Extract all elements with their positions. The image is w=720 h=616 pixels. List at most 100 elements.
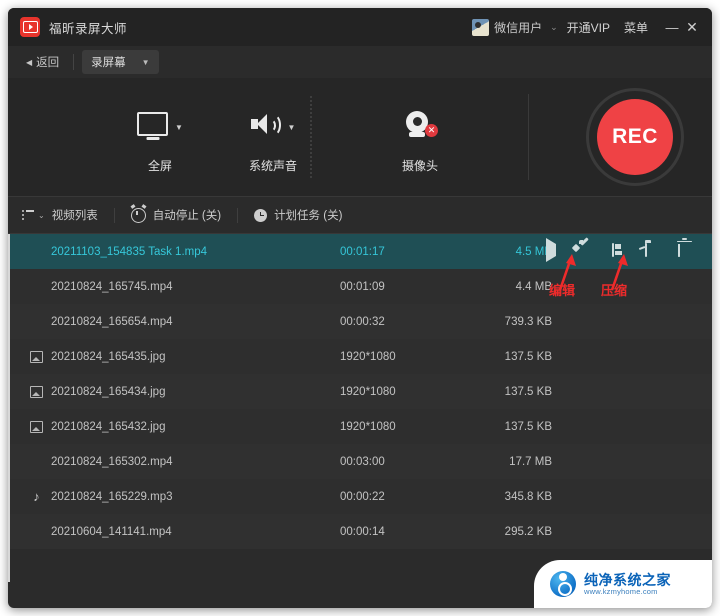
watermark: 纯净系统之家 www.kzmyhome.com	[534, 560, 712, 608]
file-name-label: 20210824_165229.mp3	[51, 490, 173, 503]
file-size-cell: 137.5 KB	[504, 350, 552, 363]
file-size-cell: 17.7 MB	[509, 455, 552, 468]
file-size-cell: 4.5 MB	[515, 245, 552, 258]
fullscreen-label: 全屏	[147, 158, 172, 173]
close-button[interactable]: ✕	[682, 20, 702, 34]
auto-stop-button[interactable]: 自动停止 (关)	[130, 207, 222, 223]
divider	[113, 207, 115, 223]
table-row[interactable]: 20210824_165432.jpg 1920*1080 137.5 KB	[10, 409, 712, 444]
music-note-icon: ♪	[33, 490, 40, 503]
record-button-ring: REC	[586, 88, 684, 186]
image-icon	[30, 420, 43, 433]
divider	[237, 207, 239, 223]
file-duration-cell: 00:00:32	[340, 315, 385, 328]
record-button[interactable]: REC	[597, 99, 673, 175]
table-row[interactable]: 20210824_165434.jpg 1920*1080 137.5 KB	[10, 374, 712, 409]
chevron-down-icon: ▼	[141, 57, 150, 67]
list-icon	[22, 210, 34, 220]
user-name-label: 微信用户	[494, 20, 543, 35]
file-name-cell: 20211103_154835 Task 1.mp4	[10, 246, 340, 258]
record-mode-dropdown[interactable]: 录屏幕 ▼	[82, 50, 159, 74]
chevron-down-icon[interactable]: ⌄	[550, 22, 558, 33]
schedule-task-label: 计划任务 (关)	[274, 210, 343, 222]
file-name-cell: 20210824_165654.mp4	[10, 316, 340, 328]
watermark-logo-icon	[550, 571, 576, 597]
mode-bar: ◀ 返回 录屏幕 ▼	[8, 46, 712, 78]
app-logo-icon	[20, 17, 40, 37]
file-name-label: 20210824_165654.mp4	[51, 315, 173, 328]
alarm-clock-icon	[130, 207, 146, 223]
file-name-label: 20210604_141141.mp4	[51, 525, 172, 538]
webcam-disabled-badge: ✕	[425, 123, 438, 137]
file-duration-cell: 00:01:17	[340, 245, 385, 258]
file-size-cell: 345.8 KB	[504, 490, 552, 503]
webcam-label: 摄像头	[401, 158, 438, 173]
divider	[73, 54, 75, 70]
table-row[interactable]: ♪ 20210824_165229.mp3 00:00:22 345.8 KB	[10, 479, 712, 514]
folder-icon[interactable]	[645, 242, 661, 260]
table-row[interactable]: 20210604_141141.mp4 00:00:14 295.2 KB	[10, 514, 712, 549]
menu-button[interactable]: 菜单	[624, 19, 648, 36]
file-name-cell: 20210824_165435.jpg	[10, 350, 340, 363]
file-name-label: 20210824_165745.mp4	[51, 280, 173, 293]
chevron-down-icon[interactable]: ▼	[175, 123, 183, 132]
table-row[interactable]: 20210824_165302.mp4 00:03:00 17.7 MB	[10, 444, 712, 479]
minimize-button[interactable]: —	[662, 21, 682, 34]
watermark-site-url: www.kzmyhome.com	[584, 586, 658, 596]
file-name-cell: 20210824_165745.mp4	[10, 281, 340, 293]
back-label: 返回	[36, 57, 60, 69]
file-name-label: 20210824_165434.jpg	[51, 385, 166, 398]
user-account-button[interactable]: 微信用户	[472, 18, 543, 36]
file-duration-cell: 1920*1080	[340, 350, 396, 363]
system-audio-label: 系统声音	[248, 158, 297, 173]
webcam-option[interactable]: ✕ 摄像头	[360, 101, 480, 174]
system-audio-option[interactable]: ▼ 系统声音	[213, 101, 333, 174]
auto-stop-label: 自动停止 (关)	[152, 210, 222, 222]
compress-annotation-label: 压缩	[601, 283, 628, 298]
app-window: 福昕录屏大师 微信用户 ⌄ 开通VIP 菜单 — ✕ ◀ 返回 录屏幕 ▼ ▼ …	[8, 8, 712, 608]
fullscreen-option[interactable]: ▼ 全屏	[100, 101, 220, 174]
file-name-cell: ♪ 20210824_165229.mp3	[10, 490, 340, 503]
divider	[528, 94, 529, 180]
file-name-cell: 20210824_165432.jpg	[10, 420, 340, 433]
edit-annotation-label: 编辑	[549, 283, 576, 298]
title-bar: 福昕录屏大师 微信用户 ⌄ 开通VIP 菜单 — ✕	[8, 8, 712, 46]
open-vip-button[interactable]: 开通VIP	[567, 19, 610, 36]
video-list-label: 视频列表	[51, 210, 98, 222]
divider	[310, 96, 312, 178]
table-row[interactable]: 20210824_165654.mp4 00:00:32 739.3 KB	[10, 304, 712, 339]
file-name-label: 20210824_165302.mp4	[51, 455, 173, 468]
file-name-cell: 20210604_141141.mp4	[10, 526, 340, 538]
speaker-icon	[250, 112, 281, 136]
video-list-button[interactable]: ⌄ 视频列表	[22, 207, 98, 223]
title-bar-right-group: 微信用户 ⌄ 开通VIP 菜单 — ✕	[472, 18, 702, 36]
table-row[interactable]: 20210824_165435.jpg 1920*1080 137.5 KB	[10, 339, 712, 374]
file-name-cell: 20210824_165434.jpg	[10, 385, 340, 398]
file-name-label: 20211103_154835 Task 1.mp4	[51, 245, 208, 258]
file-size-cell: 137.5 KB	[504, 385, 552, 398]
file-name-label: 20210824_165435.jpg	[51, 350, 166, 363]
chevron-down-icon[interactable]: ▼	[288, 123, 296, 132]
avatar	[472, 18, 490, 36]
file-name-cell: 20210824_165302.mp4	[10, 456, 340, 468]
trash-icon[interactable]	[678, 243, 694, 260]
image-icon	[30, 350, 43, 363]
chevron-down-icon: ⌄	[38, 210, 45, 220]
file-duration-cell: 1920*1080	[340, 420, 396, 433]
file-duration-cell: 00:01:09	[340, 280, 385, 293]
webcam-off-icon: ✕	[406, 110, 438, 137]
watermark-site-name: 纯净系统之家	[584, 571, 671, 588]
file-size-cell: 295.2 KB	[504, 525, 552, 538]
file-duration-cell: 1920*1080	[340, 385, 396, 398]
capture-toolbar: ▼ 全屏 ▼ 系统声音 ✕ 摄像头 REC	[8, 78, 712, 196]
file-size-cell: 739.3 KB	[504, 315, 552, 328]
file-duration-cell: 00:00:22	[340, 490, 385, 503]
file-duration-cell: 00:00:14	[340, 525, 385, 538]
schedule-task-button[interactable]: 计划任务 (关)	[254, 207, 342, 223]
app-title: 福昕录屏大师	[49, 21, 128, 36]
back-caret-icon: ◀	[26, 57, 33, 67]
file-size-cell: 137.5 KB	[504, 420, 552, 433]
back-button[interactable]: ◀ 返回	[20, 51, 65, 73]
file-size-cell: 4.4 MB	[515, 280, 552, 293]
clock-icon	[254, 208, 268, 222]
